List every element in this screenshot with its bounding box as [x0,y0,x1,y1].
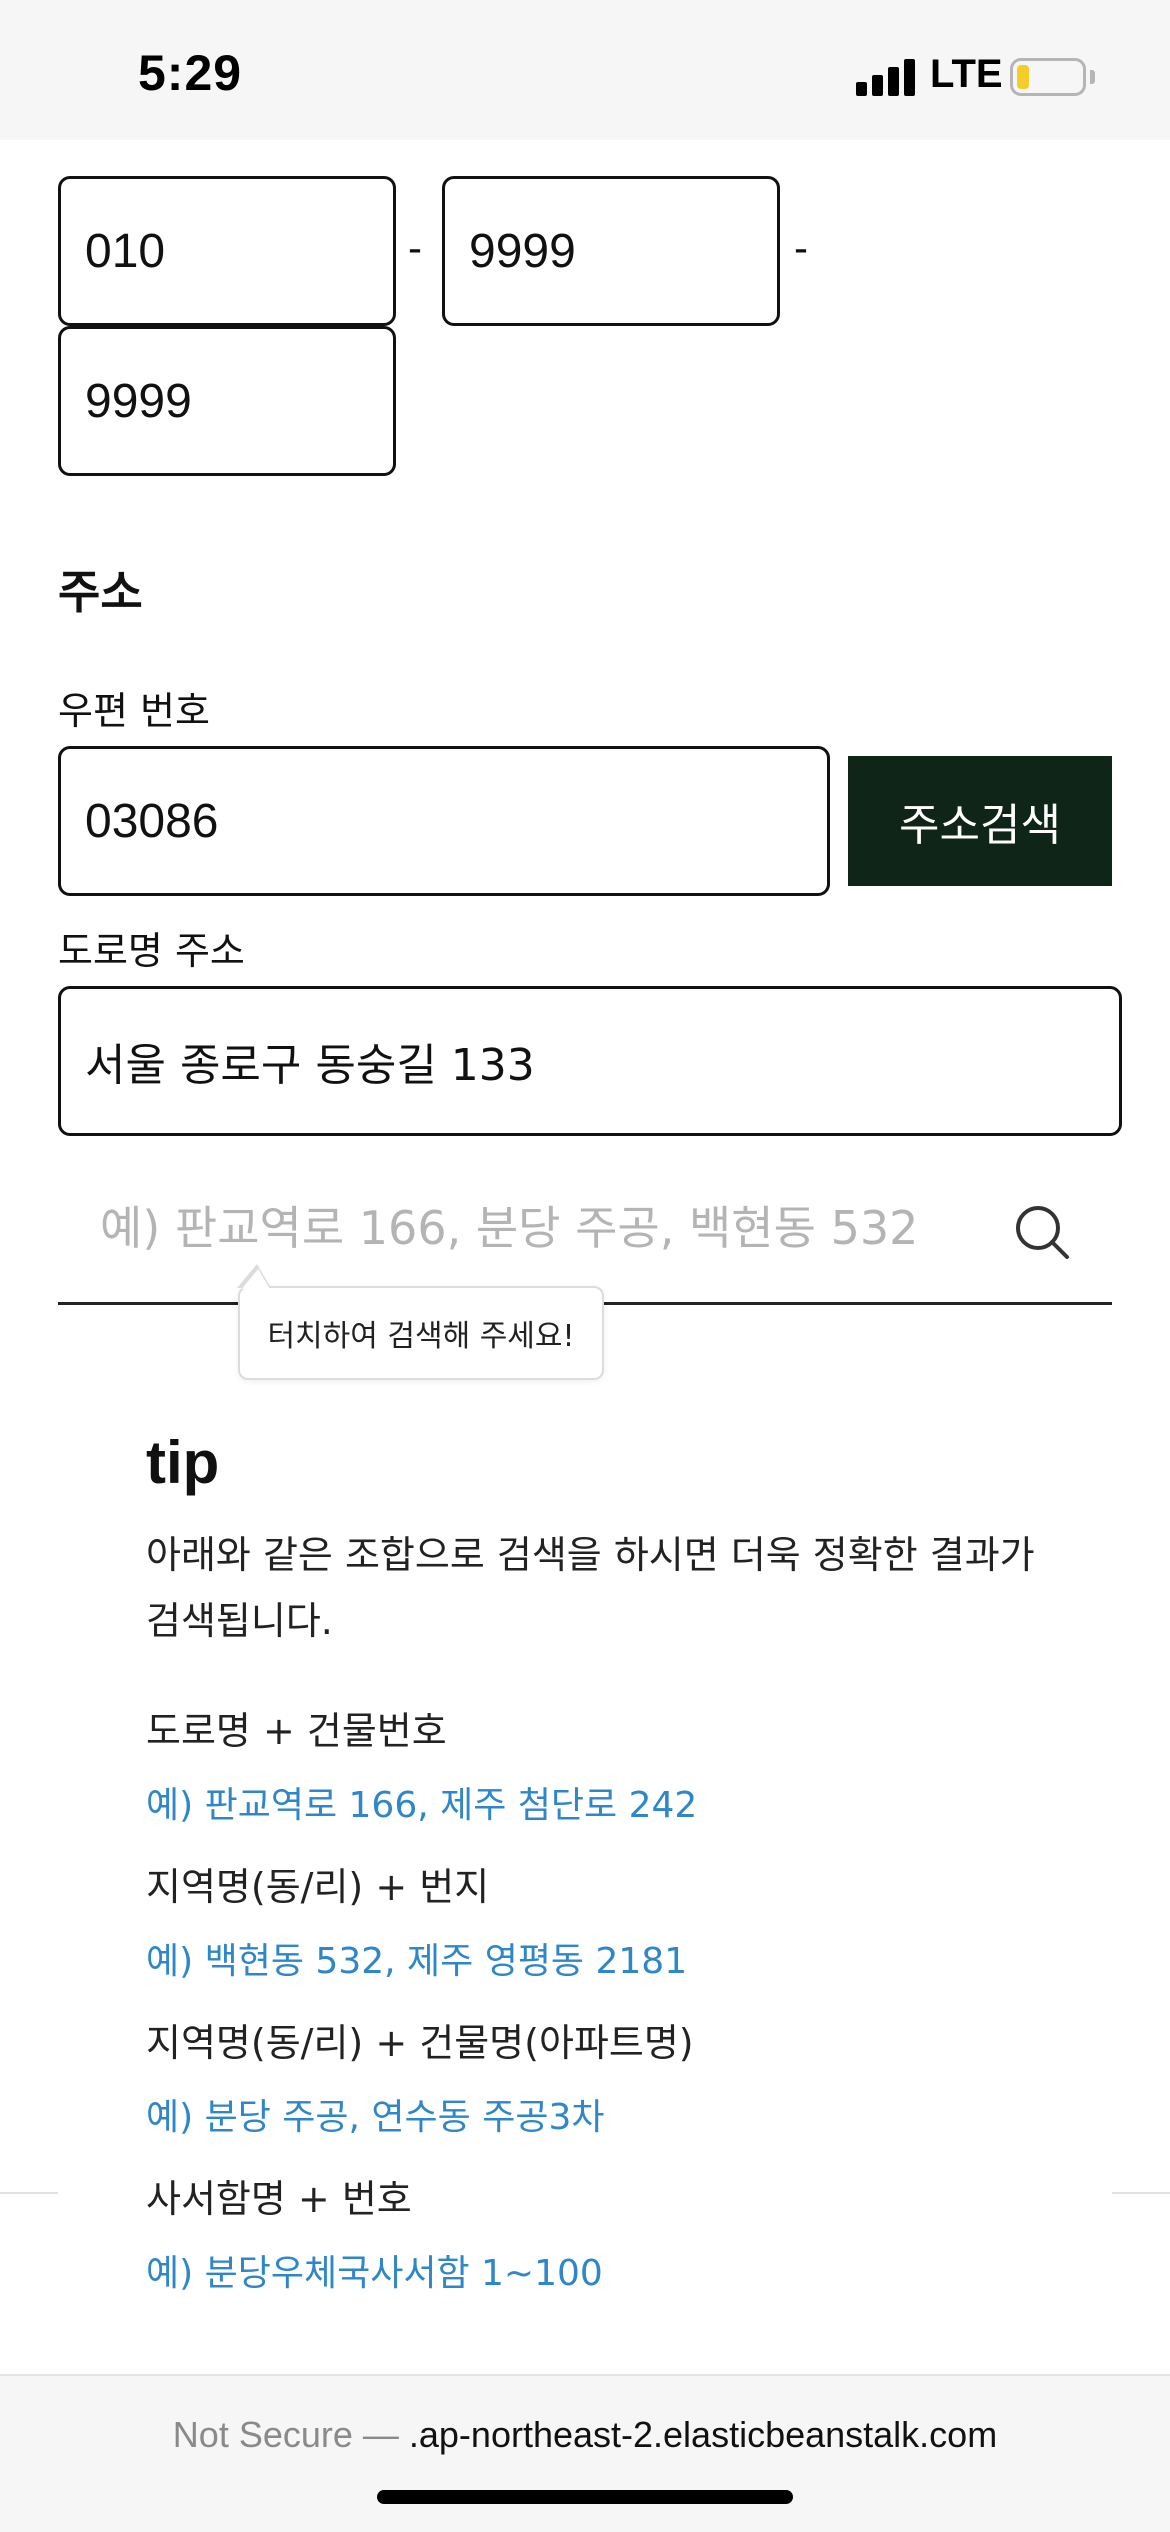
tip-item-example: 예) 분당 주공, 연수동 주공3차 [146,2097,605,2138]
status-bar: 5:29 LTE [0,0,1170,140]
home-indicator[interactable] [377,2490,793,2504]
security-label: Not Secure — [172,2414,409,2455]
address-search-input[interactable]: 예) 판교역로 166, 분당 주공, 백현동 532 [100,1192,920,1272]
zip-label: 우편 번호 [58,689,210,733]
divider-right [1112,2192,1170,2194]
tip-item-example: 예) 판교역로 166, 제주 첨단로 242 [146,1785,698,1826]
phone-separator: - [408,224,422,271]
phone-part2-input[interactable]: 9999 [442,176,780,326]
cellular-signal-icon [856,56,916,96]
tip-item-example: 예) 백현동 532, 제주 영평동 2181 [146,1941,688,1982]
tip-item-title: 지역명(동/리) + 건물명(아파트명) [146,2021,694,2065]
zip-code-input[interactable]: 03086 [58,746,830,896]
battery-level [1017,65,1029,89]
tip-item-title: 지역명(동/리) + 번지 [146,1865,490,1909]
road-address-input[interactable]: 서울 종로구 동숭길 133 [58,986,1122,1136]
status-time: 5:29 [138,45,243,101]
address-section-title: 주소 [58,565,143,619]
phone-separator: - [794,224,808,271]
phone-part1-input[interactable]: 010 [58,176,396,326]
search-tooltip: 터치하여 검색해 주세요! [238,1286,604,1380]
battery-icon [1010,58,1086,96]
battery-cap [1090,70,1095,84]
url-host: .ap-northeast-2.elasticbeanstalk.com [408,2414,998,2455]
tip-item-title: 도로명 + 건물번호 [146,1709,447,1753]
url-display[interactable]: Not Secure — .ap-northeast-2.elasticbean… [0,2414,1170,2456]
tip-item-title: 사서함명 + 번호 [146,2177,412,2221]
tip-title: tip [146,1429,220,1496]
tip-item-example: 예) 분당우체국사서함 1~100 [146,2253,603,2294]
address-search-button[interactable]: 주소검색 [848,756,1112,886]
divider-left [0,2192,58,2194]
search-icon[interactable] [1014,1204,1070,1260]
phone-part3-input[interactable]: 9999 [58,326,396,476]
road-address-label: 도로명 주소 [58,929,245,973]
tip-description: 아래와 같은 조합으로 검색을 하시면 더욱 정확한 결과가 검색됩니다. [146,1533,1035,1643]
browser-address-bar[interactable]: Not Secure — .ap-northeast-2.elasticbean… [0,2374,1170,2532]
network-type: LTE [930,52,1003,96]
